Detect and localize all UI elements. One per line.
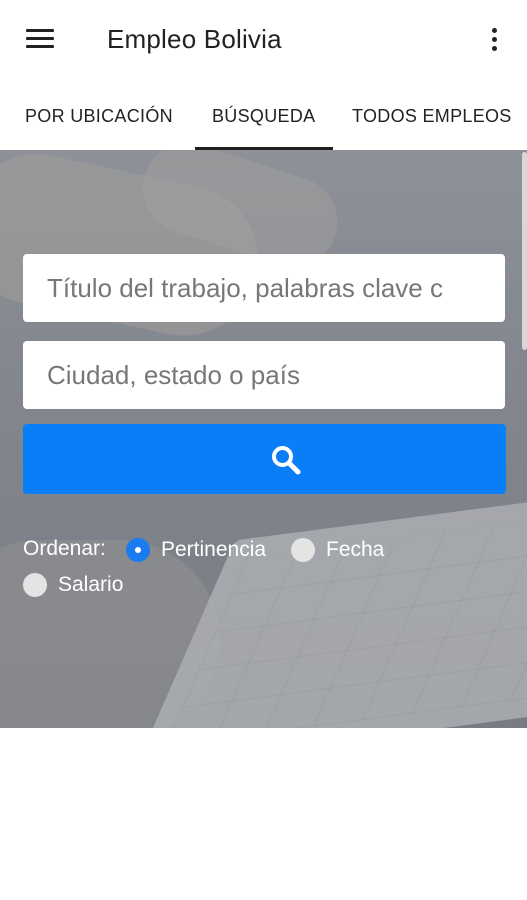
radio-pertinencia[interactable] bbox=[126, 538, 150, 562]
search-button[interactable] bbox=[23, 424, 506, 494]
keywords-input[interactable]: Título del trabajo, palabras clave c bbox=[23, 254, 505, 322]
scrollbar[interactable] bbox=[522, 152, 527, 350]
sort-option-pertinencia[interactable]: Pertinencia bbox=[161, 538, 266, 562]
sort-option-fecha[interactable]: Fecha bbox=[326, 538, 384, 562]
sort-label: Ordenar: bbox=[23, 537, 106, 560]
tab-todos-empleos[interactable]: TODOS EMPLEOS bbox=[352, 106, 512, 127]
tab-busqueda[interactable]: BÚSQUEDA bbox=[212, 106, 315, 127]
sort-option-salario[interactable]: Salario bbox=[58, 573, 123, 597]
app-bar: Empleo Bolivia bbox=[0, 0, 527, 80]
radio-salario[interactable] bbox=[23, 573, 47, 597]
more-vert-icon[interactable] bbox=[484, 26, 504, 54]
app-title: Empleo Bolivia bbox=[107, 24, 282, 54]
menu-icon[interactable] bbox=[26, 29, 56, 51]
radio-fecha[interactable] bbox=[291, 538, 315, 562]
search-icon bbox=[272, 446, 301, 475]
tab-bar: POR UBICACIÓN BÚSQUEDA TODOS EMPLEOS bbox=[0, 80, 527, 150]
tab-por-ubicacion[interactable]: POR UBICACIÓN bbox=[25, 106, 173, 127]
location-input[interactable]: Ciudad, estado o país bbox=[23, 341, 505, 409]
